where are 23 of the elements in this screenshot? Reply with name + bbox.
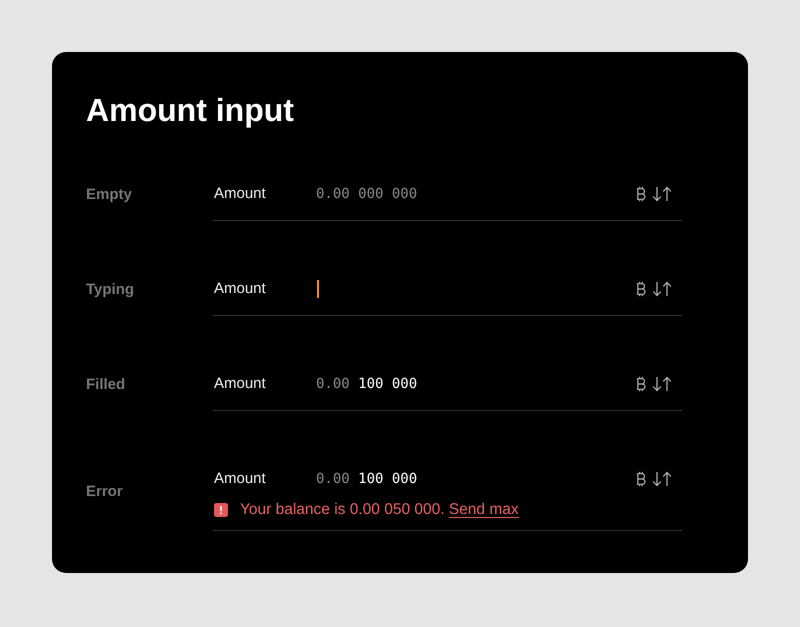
swap-arrows-icon[interactable] [652,281,672,297]
currency-icon[interactable] [635,471,646,487]
state-label: Typing [86,280,136,298]
error-message: Your balance is 0.00 050 000. Send max [240,500,519,520]
card-title: Amount input [86,91,295,130]
state-label: Empty [86,186,133,204]
field-label: Amount [214,185,267,203]
field-label: Amount [214,375,267,393]
currency-icon[interactable] [635,281,646,297]
currency-icon[interactable] [635,186,646,202]
state-label: Error [86,483,124,501]
error-icon [214,503,228,517]
field-label: Amount [214,280,267,298]
swap-arrows-icon[interactable] [652,186,672,202]
amount-input[interactable]: 0.00 100 000 [316,375,635,393]
swap-arrows-icon[interactable] [652,471,672,487]
amount-input[interactable]: 0.00 000 000 [316,185,635,203]
amount-input[interactable]: 0.00 100 000 [316,470,635,488]
currency-icon[interactable] [635,376,646,392]
send-max-link[interactable]: Send max [448,501,519,518]
field-label: Amount [214,470,267,488]
state-label: Filled [86,376,126,394]
swap-arrows-icon[interactable] [652,376,672,392]
